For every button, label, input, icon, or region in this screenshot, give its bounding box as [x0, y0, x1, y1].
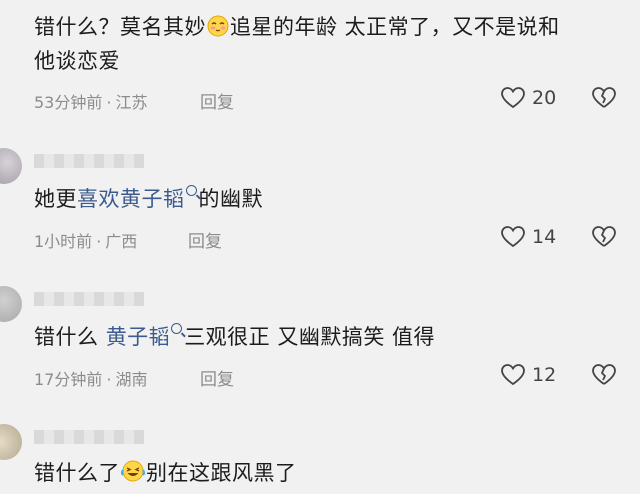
heart-outline-icon — [501, 226, 525, 248]
comment-time: 17分钟前 — [34, 370, 103, 389]
comment-location: 湖南 — [115, 370, 148, 389]
username-blurred[interactable] — [34, 430, 144, 444]
like-count: 20 — [532, 87, 557, 109]
comment-text: 错什么？莫名其妙 追星的年龄 太正常了，又不是说和 他谈恋爱 — [34, 12, 560, 77]
reply-button[interactable]: 回复 — [200, 88, 234, 113]
comment-text-line2: 他谈恋爱 — [34, 49, 120, 73]
avatar[interactable] — [0, 286, 22, 322]
comment-text-part: 追星的年龄 太正常了，又不是说和 — [230, 15, 560, 39]
keyword-link[interactable]: 黄子韬 — [106, 325, 171, 349]
keyword-link[interactable]: 黄子韬 — [120, 187, 185, 211]
comment-text-part: 别在这跟风黑了 — [146, 461, 297, 485]
comment-location: 江苏 — [115, 93, 148, 112]
broken-heart-icon — [592, 226, 616, 247]
comment-text-part: 错什么？莫名其妙 — [34, 15, 206, 39]
comment-text-part: 错什么了 — [34, 461, 120, 485]
keyword-link[interactable]: 喜欢 — [77, 187, 120, 211]
like-button[interactable]: 20 — [500, 86, 556, 110]
comment-text-part: 错什么 — [34, 325, 106, 349]
dislike-button[interactable] — [591, 225, 617, 253]
comment-text: 错什么 黄子韬 三观很正 又幽默搞笑 值得 — [34, 322, 435, 353]
like-button[interactable]: 14 — [500, 225, 556, 249]
comment-text-part: 三观很正 又幽默搞笑 值得 — [184, 325, 436, 349]
reply-button[interactable]: 回复 — [200, 365, 234, 390]
avatar[interactable] — [0, 424, 22, 460]
like-count: 12 — [532, 364, 557, 386]
heart-outline-icon — [501, 87, 525, 109]
search-mark-icon[interactable] — [185, 185, 197, 196]
comment-text: 错什么了 别在这跟风黑了 — [34, 458, 297, 492]
comment-meta: 53分钟前 · 江苏 — [34, 93, 148, 112]
comment-text-part: 她更 — [34, 187, 77, 211]
search-mark-icon[interactable] — [171, 323, 183, 334]
comment-time: 1小时前 — [34, 232, 93, 251]
broken-heart-icon — [592, 364, 616, 385]
comment-time: 53分钟前 — [34, 93, 103, 112]
shy-face-emoji-icon — [206, 15, 230, 46]
laughing-tears-emoji-icon — [120, 459, 146, 492]
heart-outline-icon — [501, 364, 525, 386]
broken-heart-icon — [592, 87, 616, 108]
username-blurred[interactable] — [34, 292, 144, 306]
comment-meta: 17分钟前 · 湖南 — [34, 370, 148, 389]
dislike-button[interactable] — [591, 363, 617, 391]
comment-text-part: 的幽默 — [198, 187, 263, 211]
dislike-button[interactable] — [591, 86, 617, 114]
comment-text: 她更喜欢黄子韬 的幽默 — [34, 184, 263, 215]
reply-button[interactable]: 回复 — [188, 227, 222, 252]
like-button[interactable]: 12 — [500, 363, 556, 387]
like-count: 14 — [532, 226, 557, 248]
comment-location: 广西 — [105, 232, 138, 251]
username-blurred[interactable] — [34, 154, 144, 168]
comment-meta: 1小时前 · 广西 — [34, 232, 138, 251]
avatar[interactable] — [0, 148, 22, 184]
